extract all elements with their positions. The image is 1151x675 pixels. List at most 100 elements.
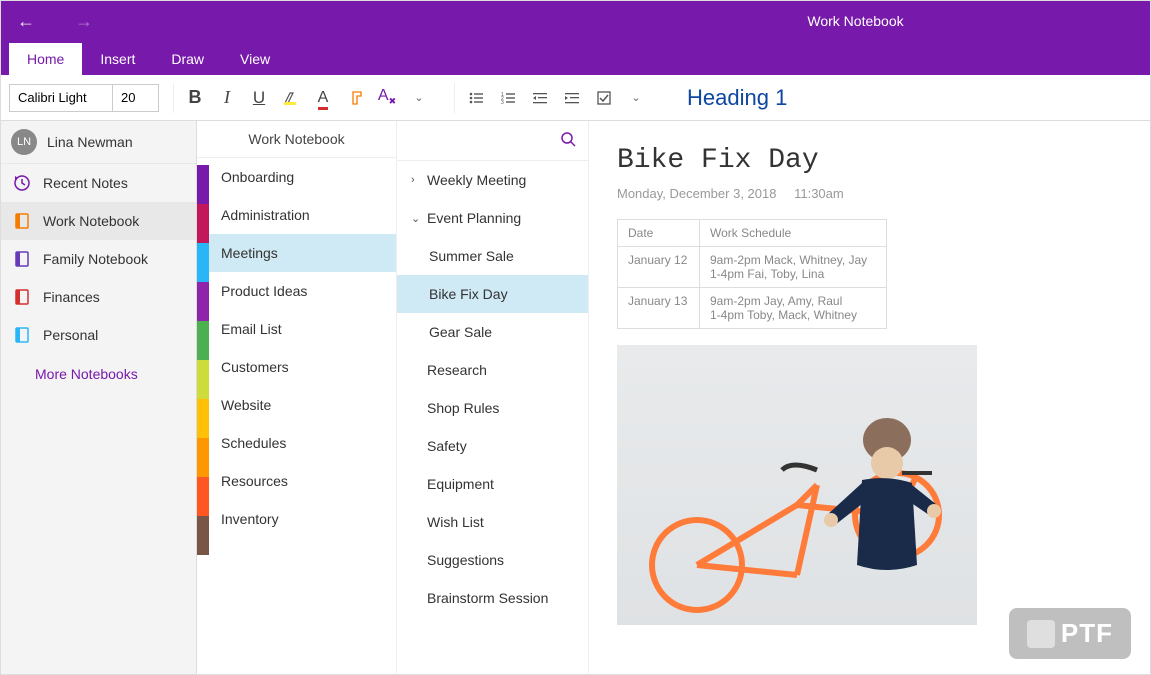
clear-format-button[interactable]: A✖ [372,83,402,113]
section-item[interactable]: Administration [197,196,396,234]
bullet-list-button[interactable] [461,83,491,113]
page-label: Suggestions [427,552,504,568]
section-item[interactable]: Inventory [197,500,396,538]
cell-schedule[interactable]: 9am-2pm Jay, Amy, Raul 1-4pm Toby, Mack,… [700,288,887,329]
time-text: 11:30am [794,186,844,201]
notebook-item[interactable]: Work Notebook [1,202,196,240]
table-header-schedule[interactable]: Work Schedule [700,220,887,247]
page-label: Equipment [427,476,494,492]
section-item[interactable]: Resources [197,462,396,500]
numbered-list-button[interactable]: 123 [493,83,523,113]
section-item[interactable]: Website [197,386,396,424]
notebook-item[interactable]: Finances [1,278,196,316]
section-color-tab[interactable] [197,516,209,555]
page-label: Shop Rules [427,400,499,416]
tab-home[interactable]: Home [9,43,82,75]
watermark-icon [1027,620,1055,648]
page-title[interactable]: Bike Fix Day [617,145,1122,176]
table-header-date[interactable]: Date [618,220,700,247]
watermark-text: PTF [1061,618,1113,649]
page-item[interactable]: Summer Sale [397,237,588,275]
page-item[interactable]: Equipment [397,465,588,503]
tab-insert[interactable]: Insert [82,43,153,75]
page-item[interactable]: Shop Rules [397,389,588,427]
section-item[interactable]: Product Ideas [197,272,396,310]
font-more-chevron-icon[interactable]: ⌄ [404,83,434,113]
page-label: Gear Sale [429,324,492,340]
notebook-item[interactable]: Recent Notes [1,164,196,202]
page-item[interactable]: ›Weekly Meeting [397,161,588,199]
outdent-button[interactable] [525,83,555,113]
page-item[interactable]: Safety [397,427,588,465]
notebook-label: Personal [43,327,98,343]
section-color-tab[interactable] [197,360,209,399]
paragraph-more-chevron-icon[interactable]: ⌄ [621,83,651,113]
font-size-input[interactable] [112,85,158,111]
section-color-tab[interactable] [197,165,209,204]
highlight-button[interactable] [276,83,306,113]
indent-button[interactable] [557,83,587,113]
style-selector[interactable]: Heading 1 [671,85,803,111]
section-color-tab[interactable] [197,243,209,282]
table-row[interactable]: January 129am-2pm Mack, Whitney, Jay 1-4… [618,247,887,288]
section-color-tab[interactable] [197,282,209,321]
section-color-tab[interactable] [197,321,209,360]
user-name: Lina Newman [47,134,133,150]
underline-button[interactable]: U [244,83,274,113]
notebook-item[interactable]: Personal [1,316,196,354]
notebook-sidebar: LN Lina Newman Recent Notes Work Notebook… [1,121,197,674]
page-column: ›Weekly Meeting⌄Event PlanningSummer Sal… [397,121,589,674]
search-icon[interactable] [560,131,576,150]
section-item[interactable]: Customers [197,348,396,386]
window-title: Work Notebook [807,13,903,29]
section-item[interactable]: Onboarding [197,158,396,196]
notebook-label: Recent Notes [43,175,128,191]
section-color-tab[interactable] [197,204,209,243]
section-color-tab[interactable] [197,477,209,516]
section-header: Work Notebook [197,121,396,158]
forward-arrow-icon[interactable]: → [75,11,93,32]
page-label: Brainstorm Session [427,590,548,606]
user-row[interactable]: LN Lina Newman [1,121,196,164]
page-item[interactable]: Wish List [397,503,588,541]
back-arrow-icon[interactable]: ← [17,11,35,32]
ribbon-tabs: HomeInsertDrawView [1,41,1150,75]
watermark: PTF [1009,608,1131,659]
section-item[interactable]: Email List [197,310,396,348]
content-image [617,345,977,625]
page-item[interactable]: Gear Sale [397,313,588,351]
bold-button[interactable]: B [180,83,210,113]
notebook-item[interactable]: Family Notebook [1,240,196,278]
cell-schedule[interactable]: 9am-2pm Mack, Whitney, Jay 1-4pm Fai, To… [700,247,887,288]
page-item[interactable]: Suggestions [397,541,588,579]
format-painter-button[interactable] [340,83,370,113]
schedule-table[interactable]: Date Work Schedule January 129am-2pm Mac… [617,219,887,329]
notebook-icon [13,288,31,306]
section-color-tab[interactable] [197,438,209,477]
font-color-button[interactable]: A [308,83,338,113]
notebook-icon [13,326,31,344]
checkbox-button[interactable] [589,83,619,113]
page-label: Safety [427,438,467,454]
page-item[interactable]: Brainstorm Session [397,579,588,617]
section-color-tab[interactable] [197,399,209,438]
page-content[interactable]: Bike Fix Day Monday, December 3, 2018 11… [589,121,1150,674]
tab-draw[interactable]: Draw [153,43,222,75]
table-row[interactable]: January 139am-2pm Jay, Amy, Raul 1-4pm T… [618,288,887,329]
toolbar: B I U A A✖ ⌄ 123 [1,75,1150,121]
section-item[interactable]: Meetings [197,234,396,272]
page-item[interactable]: ⌄Event Planning [397,199,588,237]
cell-date[interactable]: January 13 [618,288,700,329]
italic-button[interactable]: I [212,83,242,113]
tab-view[interactable]: View [222,43,288,75]
notebook-label: Family Notebook [43,251,148,267]
section-item[interactable]: Schedules [197,424,396,462]
page-item[interactable]: Research [397,351,588,389]
cell-date[interactable]: January 12 [618,247,700,288]
page-item[interactable]: Bike Fix Day [397,275,588,313]
notebook-label: Work Notebook [43,213,139,229]
font-name-input[interactable] [10,85,112,111]
page-label: Bike Fix Day [429,286,508,302]
chevron-down-icon: ⌄ [411,212,421,225]
more-notebooks-link[interactable]: More Notebooks [1,354,196,394]
